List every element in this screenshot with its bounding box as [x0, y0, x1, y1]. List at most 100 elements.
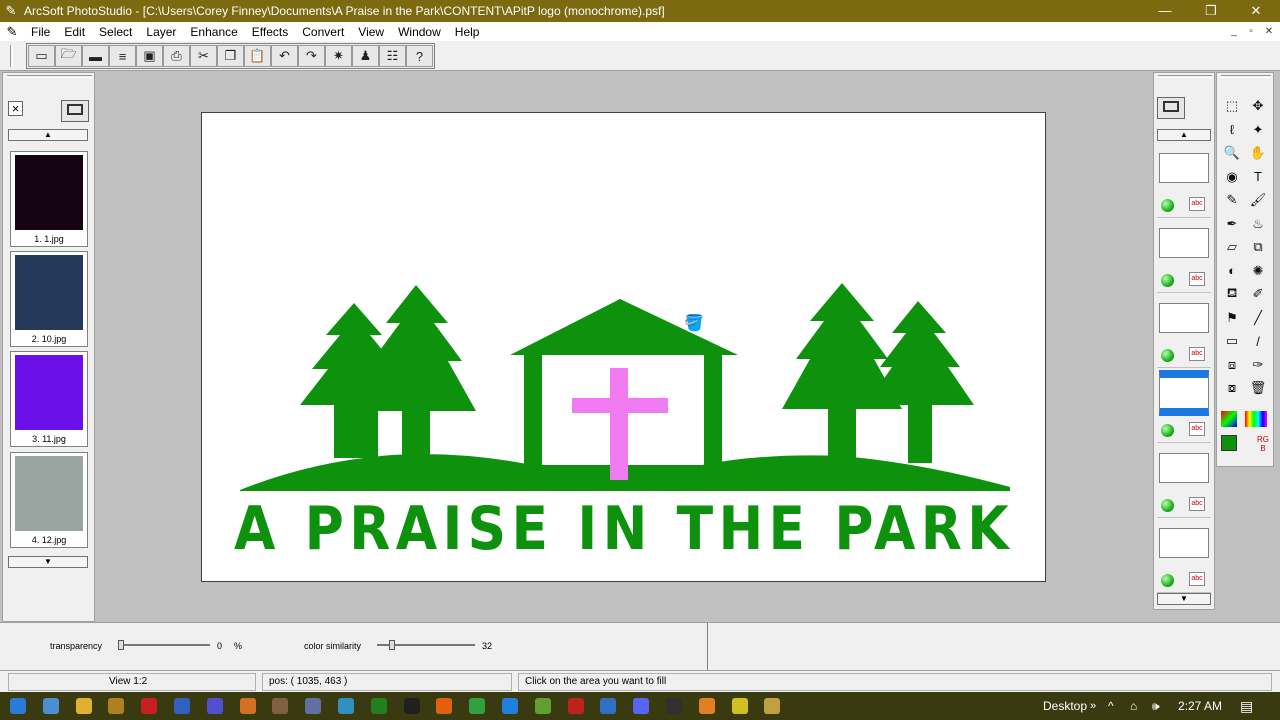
- menu-select[interactable]: Select: [92, 25, 139, 39]
- album-thumbnail[interactable]: 2. 10.jpg: [10, 251, 88, 347]
- app-yellow-icon[interactable]: [731, 698, 748, 714]
- photostudio-taskbar-icon[interactable]: [108, 698, 125, 714]
- app-x-icon[interactable]: [666, 698, 682, 714]
- color-picker-icon[interactable]: ✐: [1246, 283, 1270, 305]
- blender-icon[interactable]: [698, 698, 715, 714]
- foreground-color-swatch[interactable]: [1221, 435, 1237, 451]
- move-icon[interactable]: ✥: [1246, 95, 1270, 117]
- mdi-restore-button[interactable]: ▫: [1243, 24, 1259, 39]
- hand-icon[interactable]: ✋: [1246, 142, 1270, 164]
- menu-enhance[interactable]: Enhance: [183, 25, 244, 39]
- new-icon[interactable]: ▭: [28, 45, 55, 67]
- menu-effects[interactable]: Effects: [245, 25, 295, 39]
- paste-icon[interactable]: 📋: [244, 45, 271, 67]
- menu-layer[interactable]: Layer: [139, 25, 183, 39]
- chrome-icon[interactable]: [469, 698, 486, 714]
- lasso-icon[interactable]: ℓ: [1220, 119, 1244, 141]
- layer-visibility-icon[interactable]: [1161, 499, 1174, 512]
- layer-visibility-icon[interactable]: [1161, 349, 1174, 362]
- scan-icon[interactable]: ▬: [82, 45, 109, 67]
- toolbar-chevron[interactable]: »: [1090, 692, 1096, 720]
- app-editor-icon[interactable]: [764, 698, 781, 714]
- text-icon[interactable]: T: [1246, 166, 1270, 188]
- app-game-icon[interactable]: [534, 698, 551, 714]
- menu-file[interactable]: File: [24, 25, 57, 39]
- tray-up-arrow-icon[interactable]: ^: [1108, 692, 1114, 720]
- layer-item[interactable]: abc: [1157, 220, 1211, 293]
- eraser-icon[interactable]: ▱: [1220, 236, 1244, 258]
- layer-item[interactable]: abc: [1157, 370, 1211, 443]
- layer-item[interactable]: abc: [1157, 445, 1211, 518]
- menu-help[interactable]: Help: [448, 25, 487, 39]
- layer-text-icon[interactable]: abc: [1189, 497, 1205, 511]
- layer-text-icon[interactable]: abc: [1189, 347, 1205, 361]
- app-cube-icon[interactable]: [305, 698, 322, 714]
- app-terminal-icon[interactable]: [403, 698, 420, 714]
- line-icon[interactable]: /: [1246, 330, 1270, 352]
- app-xbox-icon[interactable]: [370, 698, 387, 714]
- copy-icon[interactable]: ❐: [217, 45, 244, 67]
- brush-icon[interactable]: 🖌: [1246, 189, 1270, 211]
- layer-text-icon[interactable]: abc: [1189, 422, 1205, 436]
- file-explorer-icon[interactable]: [75, 698, 92, 714]
- clock[interactable]: 2:27 AM: [1178, 692, 1222, 720]
- redo-icon[interactable]: ↷: [298, 45, 325, 67]
- help-icon[interactable]: ?: [406, 45, 433, 67]
- discord-icon[interactable]: [633, 698, 650, 714]
- close-button[interactable]: ✕: [1233, 0, 1279, 22]
- fill-icon[interactable]: ⛾: [1220, 283, 1244, 305]
- layer-item[interactable]: abc: [1157, 145, 1211, 218]
- firefox-icon[interactable]: [436, 698, 453, 714]
- image-canvas[interactable]: A PRAISE IN THE PARK 🪣: [201, 112, 1046, 582]
- layer-visibility-icon[interactable]: [1161, 274, 1174, 287]
- zoom-icon[interactable]: 🔍: [1220, 142, 1244, 164]
- mdi-minimize-button[interactable]: _: [1226, 24, 1242, 39]
- app-orange-icon[interactable]: [239, 698, 256, 714]
- cut-icon[interactable]: ✂: [190, 45, 217, 67]
- layer-text-icon[interactable]: abc: [1189, 272, 1205, 286]
- gradient-icon[interactable]: ▭: [1220, 330, 1244, 352]
- trash-icon[interactable]: 🗑: [1246, 377, 1270, 399]
- crop-icon[interactable]: ⧈: [1220, 354, 1244, 376]
- album-thumbnail[interactable]: 3. 11.jpg: [10, 351, 88, 447]
- spectrum-icon[interactable]: [1245, 411, 1267, 427]
- app-box-icon[interactable]: [272, 698, 289, 714]
- airbrush-icon[interactable]: ✒: [1220, 213, 1244, 235]
- app-weather-icon[interactable]: [600, 698, 617, 714]
- notification-icon[interactable]: ▤: [1240, 692, 1253, 720]
- layer-visibility-icon[interactable]: [1161, 424, 1174, 437]
- palette-icon[interactable]: [1221, 411, 1237, 427]
- network-icon[interactable]: ⌂: [1130, 692, 1137, 720]
- pen-icon[interactable]: ╱: [1246, 307, 1270, 329]
- dropper-icon[interactable]: ✑: [1246, 354, 1270, 376]
- app-bat-icon[interactable]: [567, 698, 584, 714]
- start-icon[interactable]: [10, 698, 26, 714]
- mdi-close-button[interactable]: ✕: [1261, 24, 1277, 39]
- layer-visibility-icon[interactable]: [1161, 574, 1174, 587]
- app-globe-icon[interactable]: [174, 698, 190, 714]
- layer-item[interactable]: abc: [1157, 520, 1211, 593]
- dodge-icon[interactable]: ◐: [1220, 260, 1244, 282]
- rgb-mode-label[interactable]: RGB: [1257, 435, 1269, 463]
- minimize-button[interactable]: —: [1142, 0, 1188, 22]
- open-icon[interactable]: 🗁: [55, 45, 82, 67]
- spray-icon[interactable]: ♨: [1246, 213, 1270, 235]
- rect-select-icon[interactable]: ⬚: [1220, 95, 1244, 117]
- menu-view[interactable]: View: [351, 25, 391, 39]
- menu-window[interactable]: Window: [391, 25, 448, 39]
- red-eye-icon[interactable]: ◉: [1220, 166, 1244, 188]
- album-scroll-up-button[interactable]: ▲: [8, 129, 88, 141]
- magic-wand-icon[interactable]: ✦: [1246, 119, 1270, 141]
- app-browser-icon[interactable]: [206, 698, 223, 714]
- app-red-icon[interactable]: [141, 698, 158, 714]
- layer-visibility-icon[interactable]: [1161, 199, 1174, 212]
- transform-icon[interactable]: ⧇: [1220, 377, 1244, 399]
- task-view-icon[interactable]: [42, 698, 59, 714]
- restore-button[interactable]: ❐: [1188, 0, 1234, 22]
- layer-text-icon[interactable]: abc: [1189, 572, 1205, 586]
- volume-icon[interactable]: 🕪: [1152, 692, 1160, 720]
- clone-icon[interactable]: ⧉: [1246, 236, 1270, 258]
- album-thumbnail[interactable]: 1. 1.jpg: [10, 151, 88, 247]
- settings-icon[interactable]: ☷: [379, 45, 406, 67]
- stamp-tool-icon[interactable]: ⚑: [1220, 307, 1244, 329]
